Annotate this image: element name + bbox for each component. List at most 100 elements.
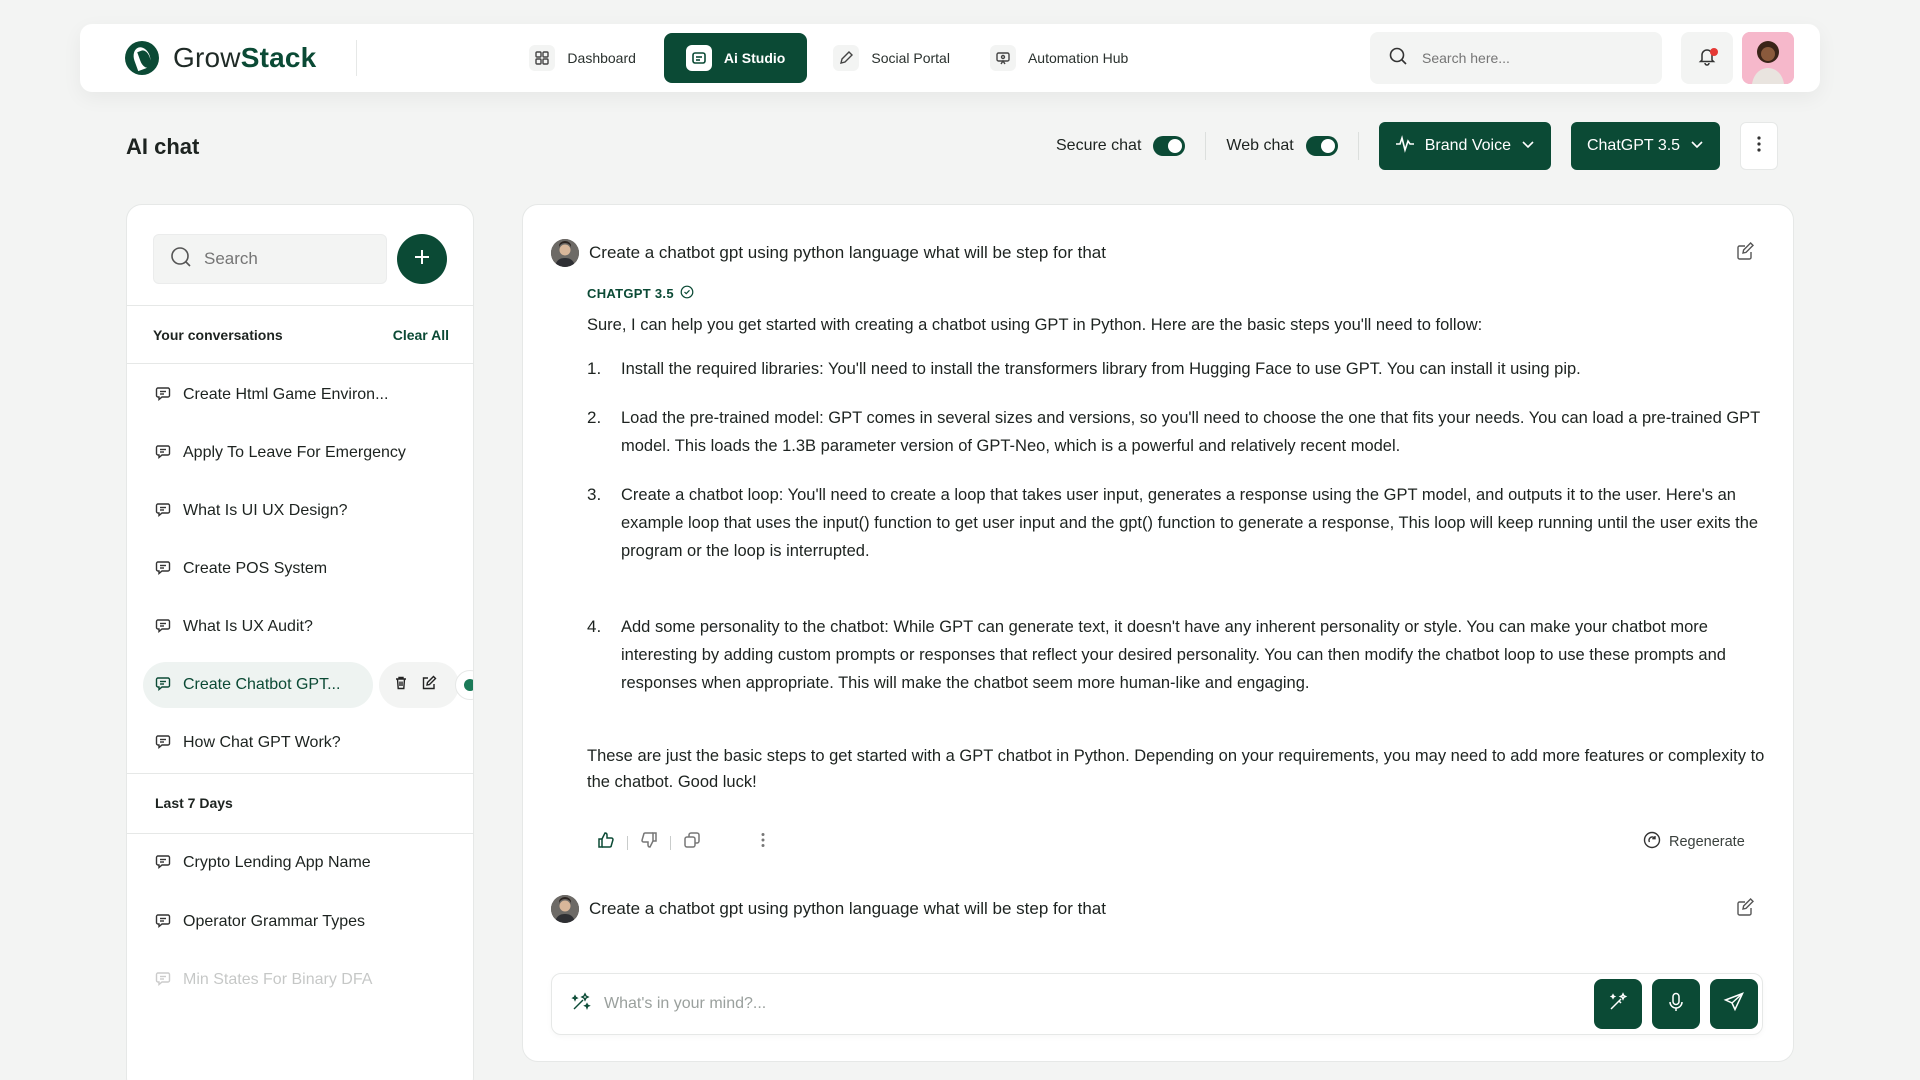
- nav-ai-studio[interactable]: Ai Studio: [663, 33, 808, 83]
- logo-icon: [125, 41, 159, 75]
- more-vertical-icon[interactable]: [761, 832, 765, 853]
- thumbs-up-icon[interactable]: [597, 831, 615, 854]
- conversation-label: Create POS System: [183, 560, 328, 577]
- conversation-label: Operator Grammar Types: [183, 913, 365, 930]
- clear-all-button[interactable]: Clear All: [393, 327, 449, 343]
- model-dropdown-label: ChatGPT 3.5: [1586, 137, 1681, 154]
- regenerate-button[interactable]: Regenerate: [1643, 831, 1745, 853]
- web-chat-control: Web chat: [1226, 136, 1338, 156]
- magic-wand-button[interactable]: [1594, 979, 1642, 1029]
- logo-divider: [356, 40, 358, 76]
- step-number: 1.: [587, 359, 602, 378]
- answer-step: 4. Add some personality to the chatbot: …: [587, 613, 1767, 697]
- nav-dashboard[interactable]: Dashboard: [517, 33, 650, 83]
- edit-message-icon[interactable]: [1735, 897, 1755, 922]
- notifications-button[interactable]: [1681, 32, 1733, 84]
- edit-message-icon[interactable]: [1735, 241, 1755, 266]
- controls-divider: [1205, 132, 1207, 160]
- ai-studio-icon: [685, 45, 712, 71]
- more-options-button[interactable]: [1740, 122, 1779, 170]
- nav-automation-hub-label: Automation Hub: [1027, 50, 1129, 66]
- ai-sparkle-icon: [570, 991, 592, 1018]
- feedback-bar: [597, 831, 765, 854]
- feedback-divider: [627, 835, 628, 850]
- new-chat-button[interactable]: [397, 234, 447, 284]
- conversation-item[interactable]: What Is UI UX Design?: [143, 488, 348, 534]
- user-message: Create a chatbot gpt using python langua…: [551, 239, 1106, 267]
- conversation-label: Min States For Binary DFA: [183, 971, 373, 988]
- nav-social-portal[interactable]: Social Portal: [821, 33, 964, 83]
- conversation-actions: [379, 662, 459, 708]
- nav-dashboard-label: Dashboard: [567, 50, 636, 66]
- nav-automation-hub[interactable]: Automation Hub: [978, 33, 1142, 83]
- search-icon: [1388, 46, 1408, 71]
- conversation-label: How Chat GPT Work?: [183, 734, 341, 751]
- conversation-label: What Is UX Audit?: [183, 618, 313, 635]
- model-dropdown[interactable]: ChatGPT 3.5: [1570, 122, 1721, 170]
- sidebar-search-input[interactable]: [204, 249, 374, 269]
- answer-step: 1. Install the required libraries: You'l…: [587, 355, 1767, 383]
- chat-bubble-icon: [155, 617, 171, 638]
- conversation-item[interactable]: Apply To Leave For Emergency: [143, 430, 406, 476]
- conversation-item[interactable]: How Chat GPT Work?: [143, 720, 341, 766]
- conversation-item[interactable]: Min States For Binary DFA: [143, 957, 372, 1003]
- top-navbar: GrowStack Dashboard Ai Studio Social Por…: [80, 24, 1820, 92]
- search-icon: [170, 246, 192, 273]
- user-message-text: Create a chatbot gpt using python langua…: [589, 243, 1106, 262]
- waveform-icon: [1395, 134, 1415, 159]
- message-input[interactable]: [604, 995, 1584, 1013]
- conversation-label: What Is UI UX Design?: [183, 502, 348, 519]
- active-indicator-dot: [455, 670, 473, 700]
- conversation-item[interactable]: Operator Grammar Types: [143, 899, 365, 945]
- top-search-input[interactable]: [1422, 50, 1622, 66]
- message-composer: [551, 973, 1763, 1035]
- chevron-down-icon: [1521, 137, 1535, 156]
- brand-logo[interactable]: GrowStack: [125, 41, 316, 75]
- answer-intro: Sure, I can help you get started with cr…: [587, 316, 1483, 334]
- conversation-item[interactable]: Crypto Lending App Name: [143, 840, 371, 886]
- main-nav: Dashboard Ai Studio Social Portal Automa…: [517, 33, 1142, 83]
- conversation-label: Create Html Game Environ...: [183, 386, 389, 403]
- user-avatar[interactable]: [1742, 32, 1794, 84]
- sidebar-divider: [127, 833, 473, 834]
- automation-icon: [989, 45, 1016, 71]
- more-vertical-icon: [1757, 135, 1761, 158]
- page-title: AI chat: [126, 134, 200, 159]
- sidebar-divider: [127, 305, 473, 306]
- conversation-item[interactable]: Create POS System: [143, 546, 327, 592]
- secure-chat-toggle[interactable]: [1153, 136, 1186, 156]
- composer-actions: [1594, 979, 1758, 1029]
- magic-wand-icon: [1607, 991, 1629, 1018]
- step-text: Create a chatbot loop: You'll need to cr…: [621, 486, 1759, 560]
- web-chat-label: Web chat: [1226, 137, 1294, 154]
- conversations-heading: Your conversations: [153, 327, 283, 343]
- chat-bubble-icon: [155, 912, 171, 933]
- conversation-item[interactable]: What Is UX Audit?: [143, 604, 313, 650]
- send-button[interactable]: [1710, 979, 1758, 1029]
- conversation-item[interactable]: Create Html Game Environ...: [143, 372, 388, 418]
- chevron-down-icon: [1690, 137, 1704, 156]
- secure-chat-control: Secure chat: [1056, 136, 1186, 156]
- conversation-item-active[interactable]: Create Chatbot GPT...: [143, 662, 373, 708]
- answer-closing: These are just the basic steps to get st…: [587, 747, 1765, 791]
- step-number: 4.: [587, 617, 602, 636]
- web-chat-toggle[interactable]: [1305, 136, 1338, 156]
- chat-bubble-icon: [155, 733, 171, 754]
- last7-heading: Last 7 Days: [155, 795, 233, 811]
- copy-icon[interactable]: [683, 831, 701, 854]
- chat-bubble-icon: [155, 385, 171, 406]
- voice-input-button[interactable]: [1652, 979, 1700, 1029]
- chat-panel: Create a chatbot gpt using python langua…: [522, 204, 1794, 1062]
- trash-icon[interactable]: [393, 675, 409, 696]
- model-name-tag: CHATGPT 3.5: [587, 285, 694, 302]
- top-search-box: [1370, 32, 1662, 84]
- brand-voice-dropdown[interactable]: Brand Voice: [1378, 122, 1551, 170]
- user-message-text: Create a chatbot gpt using python langua…: [589, 899, 1106, 918]
- conversations-header: Your conversations Clear All: [153, 327, 449, 343]
- step-text: Install the required libraries: You'll n…: [621, 360, 1581, 378]
- answer-step: 3. Create a chatbot loop: You'll need to…: [587, 481, 1767, 565]
- chat-bubble-icon: [155, 443, 171, 464]
- thumbs-down-icon[interactable]: [640, 831, 658, 854]
- edit-icon[interactable]: [421, 675, 437, 696]
- sidebar-search-box: [153, 234, 387, 284]
